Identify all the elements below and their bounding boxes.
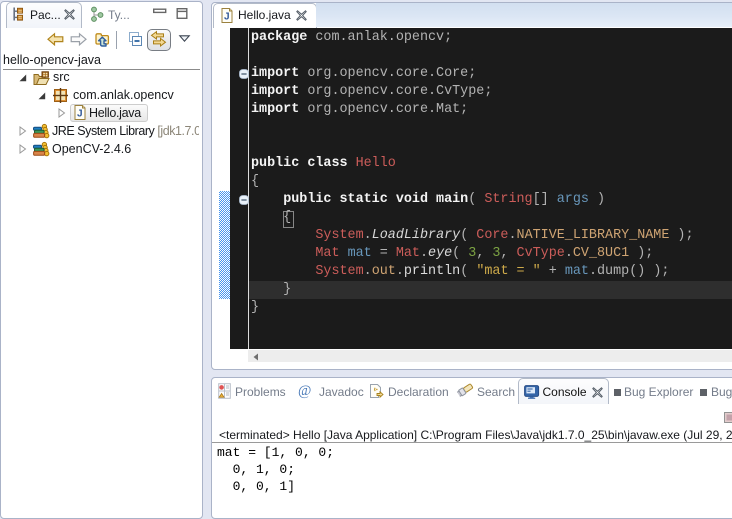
svg-text:J: J — [77, 109, 83, 120]
svg-text:J: J — [224, 12, 230, 23]
